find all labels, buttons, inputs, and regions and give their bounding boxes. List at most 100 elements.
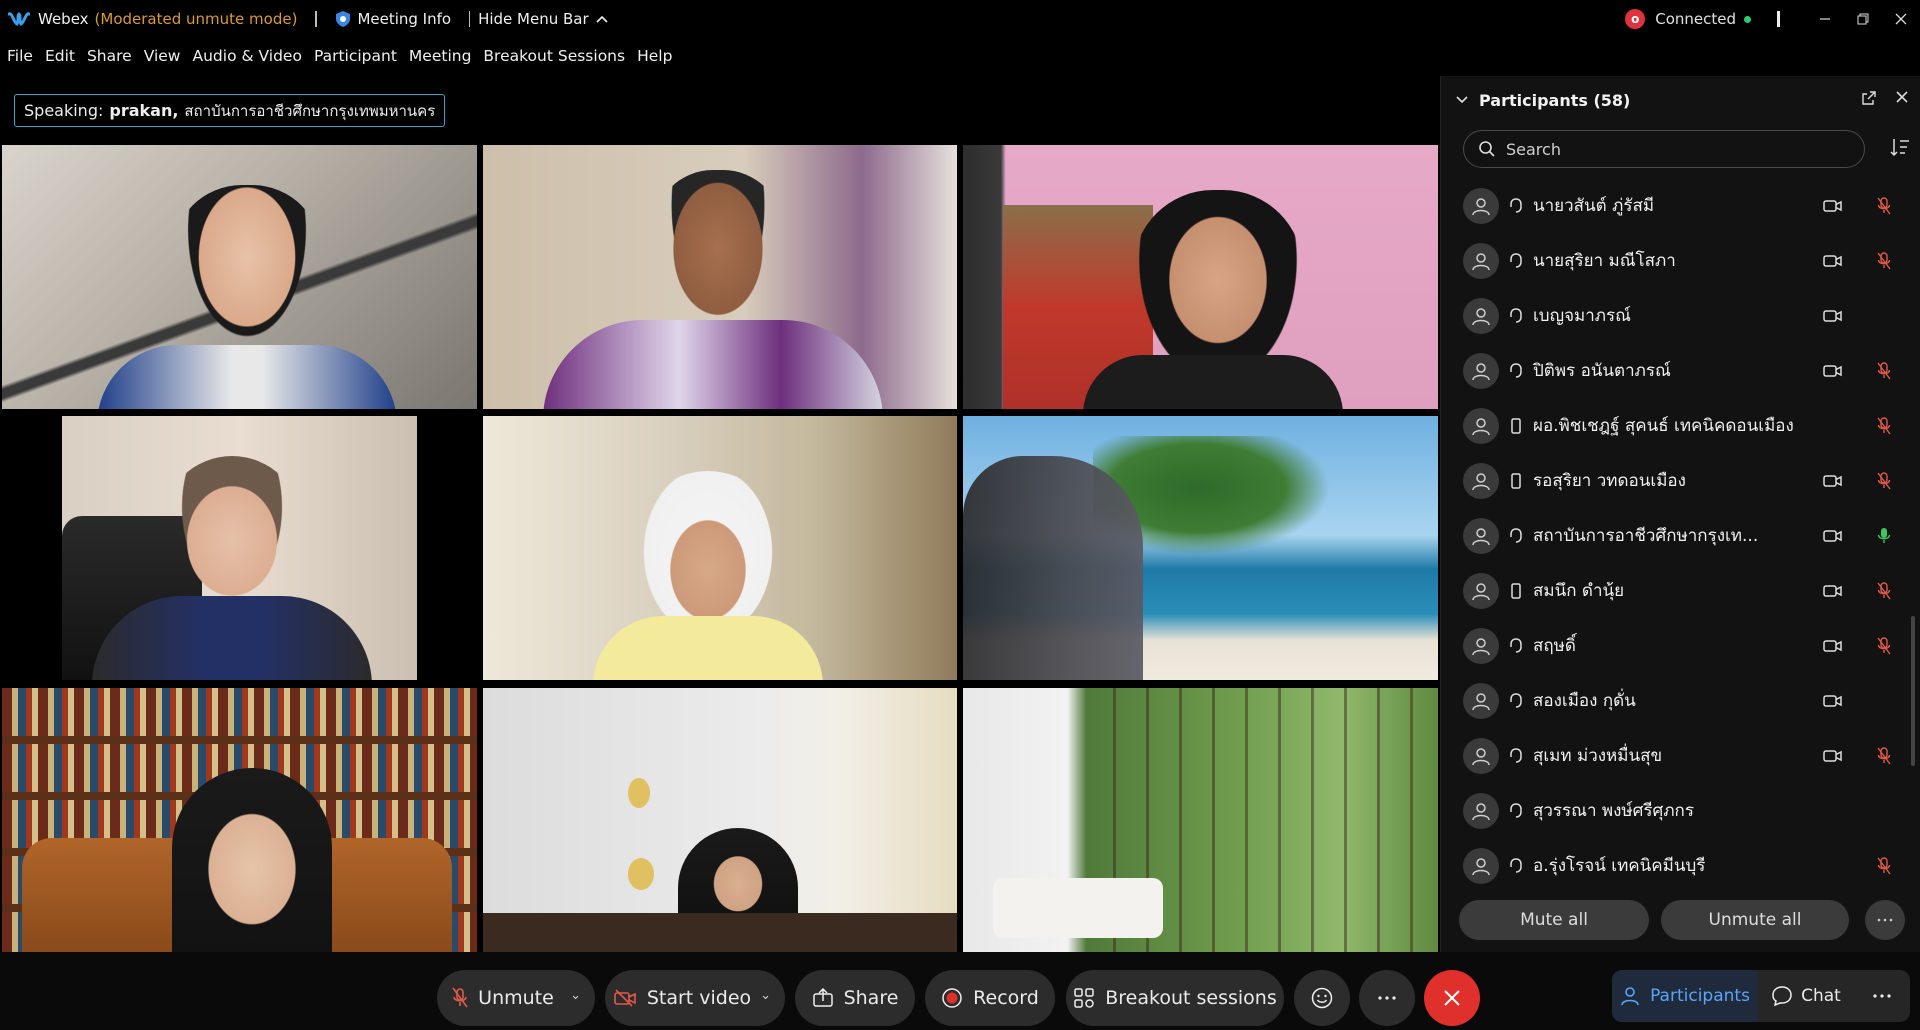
headset-icon bbox=[1510, 747, 1522, 763]
avatar bbox=[1463, 517, 1499, 554]
chevron-down-icon[interactable] bbox=[1455, 93, 1469, 107]
video-camera-icon bbox=[1823, 309, 1842, 322]
chevron-down-icon[interactable]: ⌄ bbox=[760, 988, 771, 1003]
sort-icon[interactable] bbox=[1889, 136, 1911, 158]
mic-muted-icon[interactable] bbox=[1877, 361, 1891, 380]
menu-participant[interactable]: Participant bbox=[314, 47, 397, 65]
menu-share[interactable]: Share bbox=[87, 47, 132, 65]
menu-edit[interactable]: Edit bbox=[45, 47, 75, 65]
mic-muted-icon[interactable] bbox=[1877, 251, 1891, 270]
avatar bbox=[1463, 242, 1499, 279]
chevron-down-icon[interactable]: ⌄ bbox=[570, 988, 581, 1003]
menu-meeting[interactable]: Meeting bbox=[409, 47, 472, 65]
video-camera-icon bbox=[1823, 529, 1842, 542]
avatar bbox=[1463, 847, 1499, 884]
webex-logo-icon bbox=[8, 12, 30, 26]
menu-breakout-sessions[interactable]: Breakout Sessions bbox=[483, 47, 625, 65]
participant-row[interactable]: เบญจมาภรณ์ bbox=[1441, 288, 1911, 343]
phone-icon bbox=[1511, 417, 1521, 434]
menu-file[interactable]: File bbox=[7, 47, 33, 65]
video-tile[interactable] bbox=[963, 145, 1438, 409]
record-button[interactable]: Record bbox=[925, 970, 1055, 1026]
breakout-icon bbox=[1074, 988, 1094, 1008]
mic-active-icon[interactable] bbox=[1877, 527, 1891, 545]
participants-tab[interactable]: Participants bbox=[1612, 970, 1758, 1022]
participant-row[interactable]: อ.รุ่งโรจน์ เทคนิคมีนบุรี bbox=[1441, 838, 1911, 893]
mic-muted-icon[interactable] bbox=[1877, 856, 1891, 875]
mute-all-button[interactable]: Mute all bbox=[1459, 900, 1649, 940]
participant-row[interactable]: ปิติพร อนันตาภรณ์ bbox=[1441, 343, 1911, 398]
participants-panel-header[interactable]: Participants (58) bbox=[1441, 76, 1920, 124]
more-icon bbox=[1873, 994, 1891, 998]
pop-out-icon[interactable] bbox=[1861, 90, 1877, 106]
close-icon[interactable] bbox=[1895, 90, 1909, 104]
participant-row[interactable]: สองเมือง กุดั่น bbox=[1441, 673, 1911, 728]
participant-row[interactable]: สถาบันการอาชีวศึกษากรุงเท... bbox=[1441, 508, 1911, 563]
participant-name: เบญจมาภรณ์ bbox=[1533, 306, 1631, 326]
menu-view[interactable]: View bbox=[144, 47, 181, 65]
video-camera-icon bbox=[1823, 749, 1842, 762]
more-icon bbox=[1877, 918, 1893, 922]
video-tile[interactable] bbox=[2, 416, 477, 680]
speaker-org: สถาบันการอาชีวศึกษากรุงเทพมหานคร bbox=[184, 101, 436, 120]
chat-tab[interactable]: Chat bbox=[1758, 970, 1854, 1022]
video-tile[interactable] bbox=[2, 688, 477, 952]
menu-audio-video[interactable]: Audio & Video bbox=[193, 47, 302, 65]
user-avatar-icon bbox=[1472, 582, 1490, 600]
close-window-button[interactable] bbox=[1882, 0, 1920, 38]
participant-row[interactable]: สุเมท ม่วงหมื่นสุข bbox=[1441, 728, 1911, 783]
more-options-button[interactable] bbox=[1865, 900, 1905, 940]
participant-row[interactable]: ผอ.พิชเชฎฐ์ สุคนธ์ เทคนิคดอนเมือง bbox=[1441, 398, 1911, 453]
video-tile[interactable] bbox=[483, 416, 957, 680]
more-panels-tab[interactable] bbox=[1854, 970, 1910, 1022]
participant-list-scrollbar[interactable] bbox=[1911, 616, 1915, 766]
participant-row[interactable]: สุวรรณา พงษ์ศรีศุภกร bbox=[1441, 783, 1911, 838]
video-tile[interactable] bbox=[483, 688, 957, 952]
table bbox=[483, 913, 957, 952]
headset-icon bbox=[1510, 802, 1522, 818]
unmute-button[interactable]: Unmute ⌄ bbox=[437, 970, 595, 1026]
mic-muted-icon[interactable] bbox=[1877, 196, 1891, 215]
participant-search-input[interactable]: Search bbox=[1463, 130, 1865, 168]
meeting-controls-bar: Unmute ⌄ Start video ⌄ Share Record Brea… bbox=[0, 952, 1920, 1030]
leave-meeting-button[interactable] bbox=[1424, 970, 1480, 1026]
video-camera-icon bbox=[1823, 474, 1842, 487]
unmute-all-button[interactable]: Unmute all bbox=[1661, 900, 1849, 940]
participant-name: ผอ.พิชเชฎฐ์ สุคนธ์ เทคนิคดอนเมือง bbox=[1533, 416, 1794, 436]
meeting-info-button[interactable]: Meeting Info bbox=[335, 10, 451, 28]
mic-muted-icon[interactable] bbox=[1877, 746, 1891, 765]
mic-muted-icon[interactable] bbox=[1877, 416, 1891, 435]
participants-tab-label: Participants bbox=[1650, 986, 1750, 1006]
start-video-button[interactable]: Start video ⌄ bbox=[605, 970, 785, 1026]
more-options-button[interactable] bbox=[1359, 970, 1415, 1026]
breakout-sessions-button[interactable]: Breakout sessions bbox=[1066, 970, 1284, 1026]
participant-row[interactable]: นายสุริยา มณีโสภา bbox=[1441, 233, 1911, 288]
headset-icon bbox=[1510, 692, 1522, 708]
hide-menu-bar-button[interactable]: Hide Menu Bar bbox=[478, 10, 609, 28]
mic-muted-icon[interactable] bbox=[1877, 636, 1891, 655]
video-tile[interactable] bbox=[963, 416, 1438, 680]
wall-decoration bbox=[628, 858, 654, 890]
video-tile[interactable] bbox=[2, 145, 477, 409]
participant-row[interactable]: นายวสันต์ ภู่รัสมี bbox=[1441, 178, 1911, 233]
participant-row[interactable]: รอสุริยา วทดอนเมือง bbox=[1441, 453, 1911, 508]
phone-icon bbox=[1511, 472, 1521, 489]
video-tile[interactable] bbox=[483, 145, 957, 409]
video-tile[interactable] bbox=[963, 688, 1438, 952]
participant-row[interactable]: สมนึก ดำนุ้ย bbox=[1441, 563, 1911, 618]
restore-button[interactable] bbox=[1844, 0, 1882, 38]
mic-muted-icon[interactable] bbox=[1877, 581, 1891, 600]
participant-body bbox=[97, 345, 397, 409]
share-button[interactable]: Share bbox=[795, 970, 915, 1026]
participant-row[interactable]: สฤษดิ์ bbox=[1441, 618, 1911, 673]
reactions-button[interactable] bbox=[1294, 970, 1350, 1026]
more-icon bbox=[1378, 996, 1396, 1000]
avatar bbox=[1463, 352, 1499, 389]
headset-icon bbox=[1510, 362, 1522, 378]
menu-help[interactable]: Help bbox=[637, 47, 672, 65]
minimize-button[interactable] bbox=[1806, 0, 1844, 38]
record-icon bbox=[942, 988, 962, 1008]
user-avatar-icon bbox=[1472, 252, 1490, 270]
separator bbox=[315, 11, 318, 27]
mic-muted-icon[interactable] bbox=[1877, 471, 1891, 490]
